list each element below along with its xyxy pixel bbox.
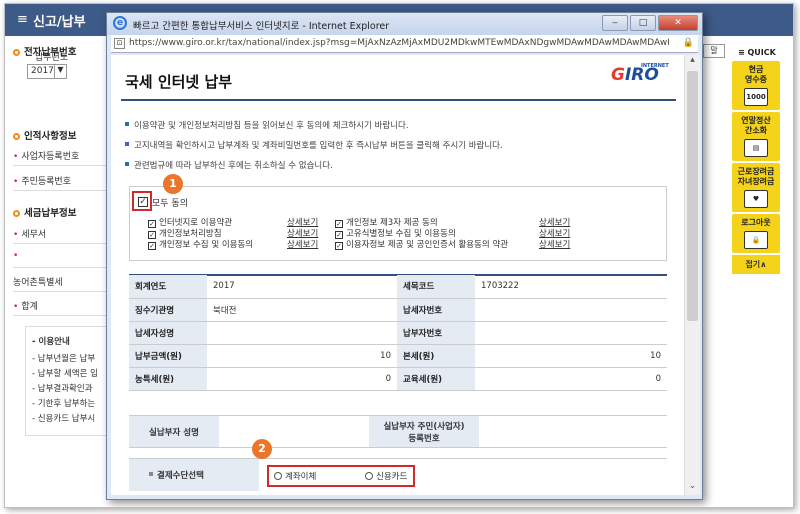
quick-logout[interactable]: 로그아웃 🔒 — [732, 214, 780, 253]
tax-info-table: 회계연도 2017 세목코드 1703222 징수기관명 북대전 납세자번호 납세자성명 납… — [129, 275, 667, 391]
highlight-agree-all — [132, 191, 152, 211]
detail-link[interactable]: 상세보기 — [287, 238, 318, 250]
scroll-down-icon[interactable]: ⌄ — [685, 481, 700, 495]
header-title: 신고/납부 — [33, 15, 86, 30]
row-business-number: • 사업자등록번호 — [13, 144, 113, 166]
close-button[interactable]: ✕ — [658, 15, 698, 31]
section-bullet-icon — [13, 210, 20, 217]
agree-certificate[interactable]: ✓ 이용자정보 제공 및 공인인증서 활용동의 약관 — [335, 238, 508, 250]
checkbox-checked-icon: ✓ — [148, 242, 156, 250]
year-label: 납부년도 — [35, 53, 69, 63]
maximize-button[interactable]: □ — [630, 15, 656, 31]
bullet-icon — [125, 122, 129, 126]
popup-content: 국세 인터넷 납부 INTERNET GIRO 이용약관 및 개인정보처리방침 … — [111, 55, 684, 495]
minimize-button[interactable]: ‒ — [602, 15, 628, 31]
bullet-icon — [125, 162, 129, 166]
quick-incentive[interactable]: 근로장려금 자녀장려금 ♥ — [732, 163, 780, 212]
menu-icon[interactable]: ≡ — [17, 12, 28, 27]
table-row: 농특세(원) 0 교육세(원) 0 — [129, 367, 667, 391]
bullet-icon — [149, 472, 153, 476]
giro-logo: GIRO — [611, 65, 659, 85]
usage-info-title: - 이용안내 — [32, 337, 70, 347]
notice-1: 이용약관 및 개인정보처리방침 등을 읽어보신 후 동의에 체크하시기 바랍니다… — [125, 119, 409, 131]
section-bullet-icon — [13, 49, 20, 56]
background-button-fragment[interactable]: 말 — [703, 44, 725, 58]
payer-name-field[interactable] — [219, 415, 369, 448]
payer-info-table: 실납부자 성명 실납부자 주민(사업자) 등록번호 — [129, 415, 667, 448]
table-row: 징수기관명 북대전 납세자번호 — [129, 298, 667, 322]
agree-privacy-collect[interactable]: ✓ 개인정보 수집 및 이용동의 — [148, 238, 253, 250]
row-blank: • — [13, 246, 113, 268]
window-title: 빠르고 간편한 통합납부서비스 인터넷지로 - Internet Explore… — [133, 21, 390, 32]
chevron-down-icon: ▼ — [54, 65, 66, 78]
table-row: 실납부자 성명 실납부자 주민(사업자) 등록번호 — [129, 415, 667, 448]
usage-info-item: - 신용카드 납부시 — [32, 414, 96, 424]
internet-explorer-icon: e — [113, 16, 127, 30]
quick-menu: ≡ QUICK 현금 영수증 1000 연말정산 간소화 ▤ 근로장려금 자녀장려금… — [732, 48, 784, 348]
quick-cash-receipt[interactable]: 현금 영수증 1000 — [732, 61, 780, 110]
cash-receipt-icon: 1000 — [744, 88, 768, 106]
heart-icon: ♥ — [744, 190, 768, 208]
row-resident-number: • 주민등록번호 — [13, 169, 113, 191]
lock-icon[interactable]: 🔒 — [683, 38, 694, 48]
bullet-icon — [125, 142, 129, 146]
table-row: 납세자성명 납부자번호 — [129, 321, 667, 345]
quick-collapse-button[interactable]: 접기∧ — [732, 255, 780, 274]
vertical-scrollbar[interactable]: ▴ ⌄ — [684, 55, 700, 495]
usage-info-item: - 납부할 세액은 입 — [32, 369, 98, 379]
payer-name-label: 실납부자 성명 — [129, 415, 219, 448]
usage-info-item: - 납부결과확인과 — [32, 384, 93, 394]
agreement-box: ✓ 모두 동의 ✓ 인터넷지로 이용약관 ✓ 개인정보처리방침 ✓ 개인정보 수집 및… — [129, 186, 667, 261]
screenshot-frame: ≡ 신고/납부 전자납부번호 납부년도 2017 ▼ 인적사항정보 • 사업자등록번… — [4, 3, 794, 508]
popup-window: e 빠르고 간편한 통합납부서비스 인터넷지로 - Internet Explo… — [106, 12, 703, 500]
title-divider — [121, 99, 676, 101]
row-rural-tax: 농어촌특별세 — [13, 270, 113, 292]
year-select[interactable]: 2017 ▼ — [27, 64, 67, 79]
section-tax: 세금납부정보 — [13, 205, 76, 219]
usage-info-item: - 기한후 납부하는 — [32, 399, 96, 409]
section-bullet-icon — [13, 133, 20, 140]
step-badge-2: 2 — [252, 439, 272, 459]
scroll-thumb[interactable] — [687, 71, 698, 321]
agree-all-label[interactable]: 모두 동의 — [152, 196, 188, 209]
table-row: 회계연도 2017 세목코드 1703222 — [129, 275, 667, 299]
highlight-payment-method — [267, 465, 415, 487]
row-tax-office: • 세무서 — [13, 222, 113, 244]
payment-method-label: 결제수단선택 — [129, 459, 259, 491]
scroll-up-icon[interactable]: ▴ — [685, 55, 700, 69]
page-title: 국세 인터넷 납부 — [125, 73, 233, 91]
payer-id-label: 실납부자 주민(사업자) 등록번호 — [369, 415, 479, 448]
address-bar[interactable]: ⊡ https://www.giro.or.kr/tax/national/in… — [111, 35, 698, 53]
notice-3: 관련법규에 따라 납부하신 후에는 취소하실 수 없습니다. — [125, 159, 333, 171]
notice-2: 고지내역을 확인하시고 납부계좌 및 계좌비밀번호를 입력한 후 즉시납부 버튼… — [125, 139, 503, 151]
page-icon: ⊡ — [114, 38, 125, 49]
address-url[interactable]: https://www.giro.or.kr/tax/national/inde… — [129, 38, 669, 48]
checkbox-checked-icon: ✓ — [335, 242, 343, 250]
row-total: • 합계 — [13, 294, 113, 316]
document-icon: ▤ — [744, 139, 768, 157]
payer-id-field[interactable] — [479, 415, 667, 448]
table-row: 납부금액(원) 10 본세(원) 10 — [129, 344, 667, 368]
step-badge-1: 1 — [163, 174, 183, 194]
lock-icon: 🔒 — [744, 231, 768, 249]
usage-info-item: - 납부년월은 납부 — [32, 354, 96, 364]
quick-year-end-settlement[interactable]: 연말정산 간소화 ▤ — [732, 112, 780, 161]
window-titlebar[interactable]: e 빠르고 간편한 통합납부서비스 인터넷지로 - Internet Explo… — [107, 13, 702, 35]
section-person: 인적사항정보 — [13, 128, 76, 142]
detail-link[interactable]: 상세보기 — [539, 238, 570, 250]
quick-menu-title: ≡ QUICK — [738, 48, 776, 57]
